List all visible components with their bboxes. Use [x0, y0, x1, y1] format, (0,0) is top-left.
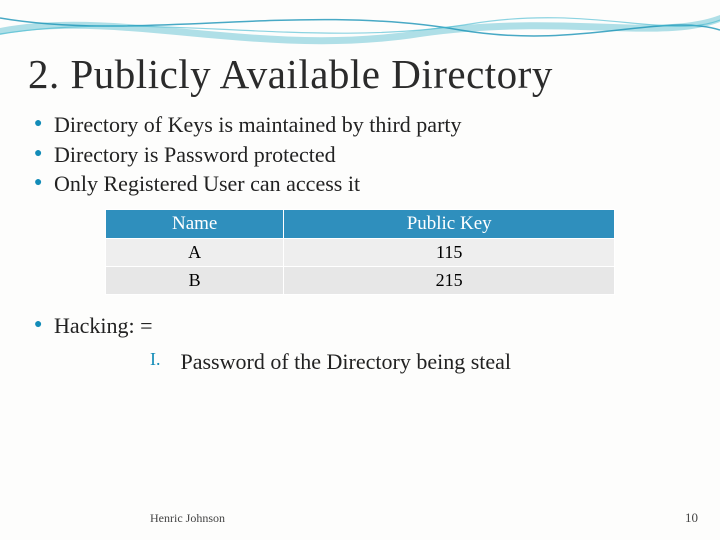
footer-page-number: 10 — [685, 510, 698, 526]
hacking-item-text: Password of the Directory being steal — [181, 349, 512, 375]
table-row: A 115 — [106, 239, 615, 267]
table-header-row: Name Public Key — [106, 210, 615, 239]
key-table: Name Public Key A 115 B 215 — [105, 209, 615, 295]
bullet-item: Directory is Password protected — [32, 140, 692, 170]
table-cell: B — [106, 267, 284, 295]
table-cell: 115 — [284, 239, 615, 267]
table-header-key: Public Key — [284, 210, 615, 239]
table-header-name: Name — [106, 210, 284, 239]
hacking-sublist: I. Password of the Directory being steal — [148, 347, 513, 377]
slide-title: 2. Publicly Available Directory — [28, 50, 692, 98]
hacking-list: Hacking: = — [28, 311, 692, 341]
bullet-item: Directory of Keys is maintained by third… — [32, 110, 692, 140]
table-cell: 215 — [284, 267, 615, 295]
hacking-bullet: Hacking: = — [32, 311, 692, 341]
table-cell: A — [106, 239, 284, 267]
footer-author: Henric Johnson — [150, 511, 225, 526]
roman-numeral: I. — [150, 349, 179, 375]
table-row: B 215 — [106, 267, 615, 295]
bullet-list: Directory of Keys is maintained by third… — [28, 110, 692, 199]
bullet-item: Only Registered User can access it — [32, 169, 692, 199]
